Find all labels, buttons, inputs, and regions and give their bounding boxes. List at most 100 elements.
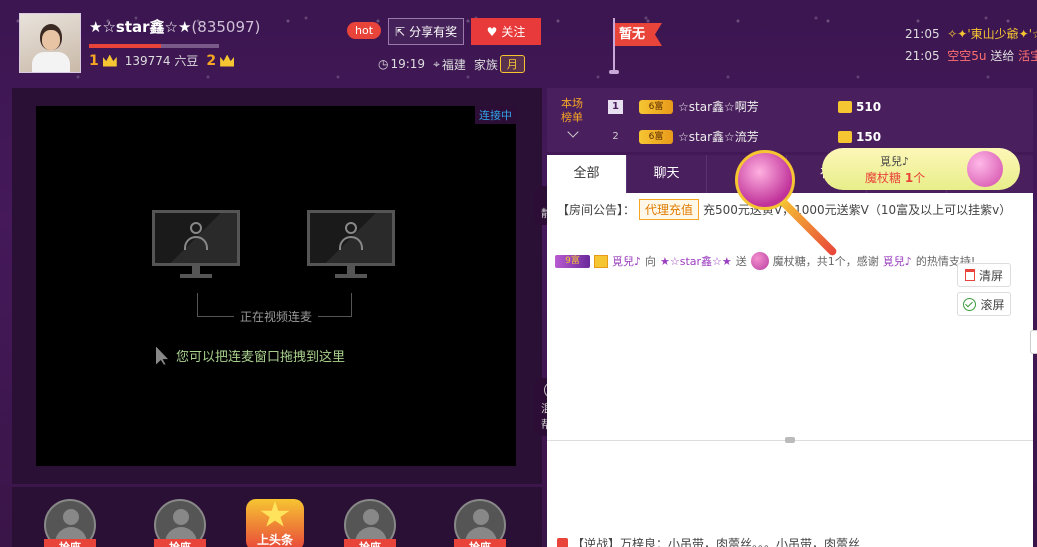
level-progress-bar: [89, 44, 219, 48]
flag-base: [609, 70, 619, 74]
cursor-icon: [156, 346, 168, 365]
follow-button[interactable]: ♥ 关注: [471, 18, 541, 45]
rank-number: 1: [608, 99, 623, 114]
rich-level-badge: 6富: [639, 129, 673, 144]
bottom-message: 【逆战】万梓良：小吊带，肉蕾丝。。。小吊带，肉蕾丝: [557, 535, 860, 547]
anchor-name: ★☆star鑫☆★(835097): [89, 16, 260, 37]
ticker-time: 21:05: [905, 49, 940, 63]
video-area: 连接中 正在视频连麦 您可以把连麦窗口拖拽到这里 静音 ? 混音 帮助: [12, 88, 570, 484]
drag-tip: 您可以把连麦窗口拖拽到这里: [156, 346, 345, 365]
gift-user: 覓兒♪: [880, 155, 910, 168]
rank-panel: 本场 榜单 1 6富 ☆star鑫☆啊芳 510 2 6富 ☆star鑫☆流芳 1…: [547, 88, 1033, 152]
chevron-down-icon[interactable]: [567, 126, 579, 138]
heart-icon: ♥: [486, 24, 498, 39]
anchor-avatar[interactable]: [19, 13, 81, 73]
connecting-text: 正在视频连麦: [196, 308, 356, 325]
anchor-info-row: ◷ 19:19 ⌖ 福建 家族 月: [378, 55, 525, 73]
chat-message: 9富 覓兒♪ 向 ★☆star鑫☆★ 送 魔杖糖，共1个，感谢 覓兒♪ 的热情支…: [555, 252, 975, 270]
chat-receiver[interactable]: ★☆star鑫☆★: [660, 253, 732, 269]
speaker-icon: [557, 538, 568, 547]
ticker-time: 21:05: [905, 27, 940, 41]
rich-level-badge: 9富: [555, 254, 590, 268]
ticker-action: 送给: [990, 49, 1015, 63]
tab-all[interactable]: 全部: [547, 155, 627, 193]
gift-unit: 个: [913, 171, 926, 185]
magic-wand-icon: [735, 150, 795, 210]
rank-row[interactable]: 1 6富 ☆star鑫☆啊芳 510: [608, 98, 881, 115]
seat-bar: 抢座 抢座 上头条 抢座 抢座: [12, 487, 542, 547]
live-time: 19:19: [390, 57, 426, 71]
notice-prefix: 【房间公告】：: [557, 203, 636, 217]
gift-name-line: 魔杖糖 1个: [865, 169, 925, 186]
bottom-message-text: 【逆战】万梓良：小吊带，肉蕾丝。。。小吊带，肉蕾丝: [572, 537, 861, 547]
rank-value: 510: [856, 99, 882, 114]
flag-pole: [613, 18, 615, 72]
rank-user-name: ☆star鑫☆流芳: [678, 130, 759, 144]
location-icon: ⌖: [433, 56, 440, 71]
ticker-line-2: 21:05 空空5u 送给 活宝: [905, 47, 1037, 64]
anchor-id: (835097): [191, 18, 261, 36]
rank-number: 2: [612, 130, 619, 142]
gift-popup: 覓兒♪ 魔杖糖 1个: [822, 148, 1020, 190]
video-player[interactable]: 连接中 正在视频连麦 您可以把连麦窗口拖拽到这里: [36, 106, 516, 466]
anchor-name-text: ★☆star鑫☆★: [89, 18, 192, 36]
grab-seat-button[interactable]: 抢座: [154, 539, 206, 547]
check-icon: [963, 297, 977, 311]
grab-seat-button[interactable]: 抢座: [454, 539, 506, 547]
scroll-lock-button[interactable]: 滚屏: [957, 292, 1011, 316]
grab-seat-button[interactable]: 抢座: [344, 539, 396, 547]
chat-gift-text: 魔杖糖，共1个，感谢: [772, 255, 879, 268]
rank-title[interactable]: 本场 榜单: [561, 97, 583, 125]
monitor-icon: [307, 210, 395, 280]
gift-name: 魔杖糖: [865, 171, 902, 185]
resize-handle[interactable]: [785, 437, 795, 443]
share-icon: ⇱: [395, 24, 406, 39]
ticker-user[interactable]: 空空5u: [947, 49, 986, 63]
scroll-label: 滚屏: [980, 297, 1005, 312]
coin-icon: [838, 100, 852, 113]
ticker-target[interactable]: 活宝: [1018, 49, 1037, 63]
headline-button[interactable]: 上头条: [246, 499, 304, 547]
gift-count: 1: [904, 171, 914, 185]
trash-icon: [964, 269, 975, 281]
share-button[interactable]: ⇱ 分享有奖: [388, 18, 465, 45]
monitor-icon: [152, 210, 240, 280]
beans-count: 139774 六豆: [124, 54, 199, 68]
level-to: 2: [206, 52, 217, 69]
clear-screen-button[interactable]: 清屏: [957, 263, 1011, 287]
coin-icon: [838, 130, 852, 143]
chevron-right-icon[interactable]: [1030, 330, 1037, 354]
chat-send-word: 送: [735, 255, 747, 268]
rich-level-badge: 6富: [639, 99, 673, 114]
level-from: 1: [89, 52, 99, 69]
follow-label: 关注: [501, 25, 526, 39]
chat-to-word: 向: [645, 255, 657, 268]
family-tag[interactable]: 月: [499, 55, 525, 73]
family-label: 家族: [473, 57, 498, 72]
rank-row[interactable]: 2 6富 ☆star鑫☆流芳 150: [608, 128, 881, 145]
room-header: ★☆star鑫☆★(835097) 1 139774 六豆 2 hot ⇱ 分享…: [0, 0, 1037, 86]
chat-thank-user[interactable]: 覓兒♪: [883, 253, 912, 269]
headline-label: 上头条: [256, 533, 293, 547]
ticker-line-1: 21:05 ✧✦'東山少爺✦'☆: [905, 25, 1037, 42]
ticker-user[interactable]: ✧✦'東山少爺✦'☆: [947, 27, 1037, 41]
agent-recharge-button[interactable]: 代理充值: [639, 199, 700, 220]
clear-label: 清屏: [978, 268, 1003, 283]
level-row: 1 139774 六豆 2: [89, 52, 235, 69]
chat-sender[interactable]: 覓兒♪: [612, 253, 641, 269]
crown-icon: [220, 54, 235, 67]
drag-tip-text: 您可以把连麦窗口拖拽到这里: [176, 350, 346, 365]
magic-wand-icon: [750, 252, 769, 270]
clock-icon: ◷: [378, 57, 389, 71]
tab-chat[interactable]: 聊天: [627, 155, 707, 193]
level-progress-fill: [89, 44, 161, 48]
rank-user-name: ☆star鑫☆啊芳: [678, 100, 759, 114]
rank-flag[interactable]: 暂无: [615, 23, 662, 46]
crown-icon: [102, 54, 117, 67]
anchor-location: 福建: [441, 57, 466, 72]
magic-wand-icon: [967, 151, 1003, 187]
star-icon: [260, 501, 290, 527]
rank-value: 150: [856, 129, 882, 144]
connection-status: 连接中: [475, 106, 516, 124]
grab-seat-button[interactable]: 抢座: [44, 539, 96, 547]
